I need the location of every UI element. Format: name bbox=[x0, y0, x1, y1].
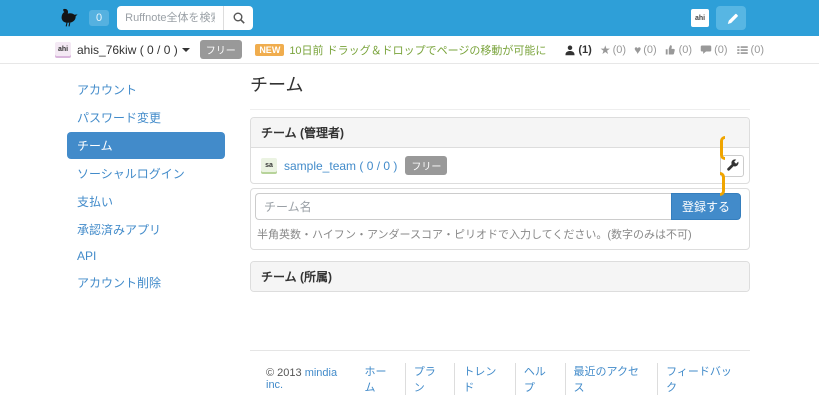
chevron-down-icon bbox=[182, 48, 190, 52]
team-name-input[interactable] bbox=[255, 193, 671, 220]
comment-icon bbox=[700, 44, 712, 56]
create-team-form: 登録する 半角英数・ハイフン・アンダースコア・ピリオドで入力してください。(数字… bbox=[250, 188, 750, 250]
list-icon bbox=[736, 44, 749, 56]
settings-sidebar: アカウント パスワード変更 チーム ソーシャルログイン 支払い 承認済みアプリ … bbox=[55, 76, 225, 395]
footer-link-feedback[interactable]: フィードバック bbox=[657, 363, 750, 395]
sidebar-item-social-login[interactable]: ソーシャルログイン bbox=[67, 160, 225, 187]
member-team-panel: チーム (所属) bbox=[250, 261, 750, 292]
members-count: (1) bbox=[578, 44, 591, 56]
search-button[interactable] bbox=[223, 6, 253, 30]
pages-stat[interactable]: (0) bbox=[736, 44, 764, 56]
bird-logo-icon bbox=[59, 8, 81, 28]
sidebar-item-delete-account[interactable]: アカウント削除 bbox=[67, 269, 225, 296]
site-search-group bbox=[117, 6, 253, 30]
footer-link-home[interactable]: ホーム bbox=[357, 363, 405, 395]
page-footer: © 2013 mindia inc. ホーム プラン トレンド ヘルプ 最近のア… bbox=[250, 350, 750, 395]
username-label: ahis_76kiw ( 0 / 0 ) bbox=[77, 43, 178, 57]
new-badge: NEW bbox=[255, 44, 284, 56]
person-icon bbox=[564, 44, 576, 56]
wrench-icon bbox=[726, 159, 739, 172]
current-user-avatar[interactable]: ahi bbox=[691, 9, 709, 27]
user-avatar[interactable]: ahi bbox=[55, 42, 71, 58]
stars-count: (0) bbox=[613, 44, 626, 56]
sidebar-item-api[interactable]: API bbox=[67, 244, 225, 268]
search-input[interactable] bbox=[117, 6, 223, 30]
sidebar-item-payment[interactable]: 支払い bbox=[67, 188, 225, 215]
footer-link-help[interactable]: ヘルプ bbox=[515, 363, 565, 395]
comments-stat[interactable]: (0) bbox=[700, 44, 727, 56]
news-link[interactable]: 10日前 ドラッグ＆ドロップでページの移動が可能に bbox=[289, 42, 546, 58]
new-page-button[interactable] bbox=[716, 6, 746, 30]
heart-icon: ♥ bbox=[634, 44, 641, 56]
plan-badge: フリー bbox=[200, 40, 242, 59]
comments-count: (0) bbox=[714, 44, 727, 56]
user-bar-inner: ahi ahis_76kiw ( 0 / 0 ) フリー NEW 10日前 ドラ… bbox=[55, 36, 764, 63]
top-navbar: 0 ahi bbox=[0, 0, 819, 36]
footer-link-recent-access[interactable]: 最近のアクセス bbox=[565, 363, 658, 395]
team-settings-wrap bbox=[720, 141, 744, 191]
navbar-inner: 0 ahi bbox=[55, 0, 764, 36]
thumbs-up-count: (0) bbox=[679, 44, 692, 56]
team-name-link[interactable]: sample_team ( 0 / 0 ) bbox=[284, 159, 397, 173]
content-area: アカウント パスワード変更 チーム ソーシャルログイン 支払い 承認済みアプリ … bbox=[55, 76, 764, 395]
stars-stat[interactable]: ★ (0) bbox=[600, 44, 626, 56]
user-bar-right-group: NEW 10日前 ドラッグ＆ドロップでページの移動が可能に (1) ★ (0) … bbox=[255, 42, 764, 58]
team-settings-button[interactable] bbox=[720, 155, 744, 177]
navbar-right-group: ahi bbox=[691, 6, 764, 30]
main-panel: チーム チーム (管理者) sa sample_team ( 0 / 0 ) フ… bbox=[250, 76, 750, 395]
register-button[interactable]: 登録する bbox=[671, 193, 741, 220]
footer-link-plan[interactable]: プラン bbox=[405, 363, 455, 395]
star-icon: ★ bbox=[600, 44, 611, 56]
click-highlight-annotation bbox=[720, 136, 744, 196]
team-name-input-group: 登録する bbox=[255, 193, 741, 220]
search-icon bbox=[232, 11, 246, 25]
team-row: sa sample_team ( 0 / 0 ) フリー bbox=[251, 148, 749, 183]
notification-count-badge[interactable]: 0 bbox=[89, 10, 109, 26]
likes-count: (0) bbox=[643, 44, 656, 56]
thumbs-up-stat[interactable]: (0) bbox=[665, 44, 692, 56]
username-dropdown[interactable]: ahis_76kiw ( 0 / 0 ) bbox=[77, 43, 190, 57]
likes-stat[interactable]: ♥ (0) bbox=[634, 44, 657, 56]
pages-count: (0) bbox=[751, 44, 764, 56]
sidebar-item-password[interactable]: パスワード変更 bbox=[67, 104, 225, 131]
page-title: チーム bbox=[250, 71, 750, 110]
admin-team-panel: チーム (管理者) sa sample_team ( 0 / 0 ) フリー bbox=[250, 117, 750, 184]
admin-team-panel-header: チーム (管理者) bbox=[251, 118, 749, 148]
members-stat[interactable]: (1) bbox=[564, 44, 591, 56]
sidebar-item-account[interactable]: アカウント bbox=[67, 76, 225, 103]
footer-link-trend[interactable]: トレンド bbox=[454, 363, 515, 395]
pencil-icon bbox=[725, 12, 738, 25]
copyright: © 2013 mindia inc. bbox=[250, 367, 357, 391]
thumbs-up-icon bbox=[665, 44, 677, 56]
sidebar-item-approved-apps[interactable]: 承認済みアプリ bbox=[67, 216, 225, 243]
team-name-help-text: 半角英数・ハイフン・アンダースコア・ピリオドで入力してください。(数字のみは不可… bbox=[255, 226, 741, 242]
sidebar-item-team[interactable]: チーム bbox=[67, 132, 225, 159]
member-team-panel-header: チーム (所属) bbox=[251, 262, 749, 291]
team-avatar[interactable]: sa bbox=[261, 158, 277, 174]
team-plan-badge: フリー bbox=[405, 156, 447, 175]
user-bar: ahi ahis_76kiw ( 0 / 0 ) フリー NEW 10日前 ドラ… bbox=[0, 36, 819, 64]
footer-links: ホーム プラン トレンド ヘルプ 最近のアクセス フィードバック bbox=[357, 363, 751, 395]
bird-logo-icon[interactable] bbox=[59, 8, 81, 28]
copyright-text: © 2013 bbox=[266, 367, 302, 379]
